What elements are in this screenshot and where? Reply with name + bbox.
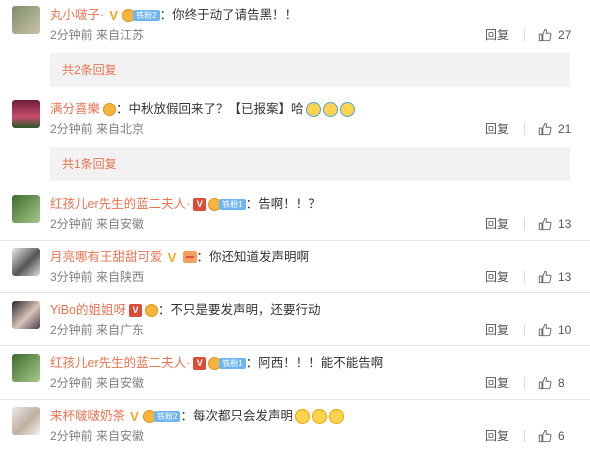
verified-v-icon: V [109,7,118,23]
verified-v-icon: V [193,197,207,211]
comment-location: 来自安徽 [96,429,145,443]
emoji-icon [339,101,355,117]
emoji-icon [322,101,338,117]
fan-medal-icon: 铁粉1 [208,197,246,211]
comment-text: 你终于动了请告黑！！ [172,8,298,22]
reply-button[interactable]: 回复 [485,120,509,137]
avatar[interactable] [12,354,40,382]
fan-level-badge: 铁粉1 [219,357,246,369]
comment-location: 来自北京 [96,122,145,136]
comment-text: 中秋放假回来了？【已报案】哈 [128,102,304,116]
username-link[interactable]: 红孩儿er先生的蓝二夫人· [50,195,190,213]
comment-text: 阿西！！！能不能告啊 [258,356,384,370]
fan-medal-icon: 铁粉2 [122,8,160,22]
avatar[interactable] [12,301,40,329]
like-count: 21 [558,121,572,136]
comment-time: 2分钟前 [50,323,93,337]
banner-badge-icon [182,251,197,263]
fan-level-badge: 铁粉2 [154,410,181,422]
thumbs-up-icon[interactable] [538,28,552,42]
fan-medal-icon [144,303,158,317]
thumbs-up-icon[interactable] [538,270,552,284]
more-replies-link[interactable]: 共2条回复 [50,53,570,87]
thumbs-up-icon[interactable] [538,323,552,337]
comment-item: 满分喜樂 ： 中秋放假回来了？【已报案】哈 2分钟前 来自北京 回复 21 [0,100,590,140]
fan-medal-icon [103,102,117,116]
comment-location: 来自江苏 [96,28,145,42]
comment-item: 红孩儿er先生的蓝二夫人· V 铁粉1 ： 阿西！！！能不能告啊 2分钟前 来自… [0,354,590,394]
thumbs-up-icon[interactable] [538,376,552,390]
reply-button[interactable]: 回复 [485,427,509,444]
username-link[interactable]: 丸小啵子· [50,6,104,24]
comment-time: 2分钟前 [50,217,93,231]
username-link[interactable]: 红孩儿er先生的蓝二夫人· [50,354,190,372]
comment-item: YiBo的姐姐呀 V ： 不只是要发声明，还要行动 2分钟前 来自广东 回复 1… [0,301,590,341]
avatar[interactable] [12,407,40,435]
fan-medal-icon: 铁粉2 [143,409,181,423]
comment-location: 来自安徽 [96,376,145,390]
comment-item: 来杯啵啵奶茶 V 铁粉2 ： 每次都只会发声明 2分钟前 来自安徽 回复 6 [0,407,590,447]
comment-text: 告啊！！？ [258,197,321,211]
comment-item: 丸小啵子· V 铁粉2 ： 你终于动了请告黑！！ 2分钟前 来自江苏 回复 27 [0,6,590,46]
comment-time: 2分钟前 [50,122,93,136]
comment-time: 2分钟前 [50,429,93,443]
emoji-icon [295,408,310,424]
avatar[interactable] [12,248,40,276]
comment-item: 月亮哪有王甜甜可爱 V ： 你还知道发声明啊 3分钟前 来自陕西 回复 13 [0,248,590,288]
comment-location: 来自安徽 [96,217,145,231]
like-count: 27 [558,27,572,42]
thumbs-up-icon[interactable] [538,217,552,231]
reply-button[interactable]: 回复 [485,268,509,285]
emoji-icon [305,101,321,117]
verified-v-icon: V [128,303,142,317]
fan-level-badge: 铁粉1 [219,198,246,210]
like-count: 10 [558,322,572,337]
reply-button[interactable]: 回复 [485,374,509,391]
emoji-icon [329,408,344,424]
like-count: 6 [558,428,565,443]
verified-v-icon: V [130,408,139,424]
username-link[interactable]: 月亮哪有王甜甜可爱 [50,248,163,266]
thumbs-up-icon[interactable] [538,122,552,136]
emoji-icon [312,408,327,424]
more-replies-link[interactable]: 共1条回复 [50,147,570,181]
username-link[interactable]: YiBo的姐姐呀 [50,301,126,319]
comment-text: 不只是要发声明，还要行动 [170,303,321,317]
comment-time: 3分钟前 [50,270,93,284]
avatar[interactable] [12,195,40,223]
comment-text: 每次都只会发声明 [192,409,293,423]
reply-button[interactable]: 回复 [485,26,509,43]
comment-time: 2分钟前 [50,376,93,390]
username-link[interactable]: 满分喜樂 [50,100,100,118]
verified-v-icon: V [193,356,207,370]
reply-button[interactable]: 回复 [485,215,509,232]
avatar[interactable] [12,100,40,128]
username-link[interactable]: 来杯啵啵奶茶 [50,407,125,425]
fan-medal-icon: 铁粉1 [208,356,246,370]
comment-time: 2分钟前 [50,28,93,42]
verified-v-icon: V [167,249,177,265]
reply-button[interactable]: 回复 [485,321,509,338]
avatar[interactable] [12,6,40,34]
thumbs-up-icon[interactable] [538,429,552,443]
comment-location: 来自广东 [96,323,145,337]
comment-item: 红孩儿er先生的蓝二夫人· V 铁粉1 ： 告啊！！？ 2分钟前 来自安徽 回复… [0,195,590,235]
like-count: 13 [558,216,572,231]
like-count: 8 [558,375,565,390]
fan-level-badge: 铁粉2 [133,9,160,21]
like-count: 13 [558,269,572,284]
comment-text: 你还知道发声明啊 [209,250,310,264]
comment-location: 来自陕西 [96,270,145,284]
